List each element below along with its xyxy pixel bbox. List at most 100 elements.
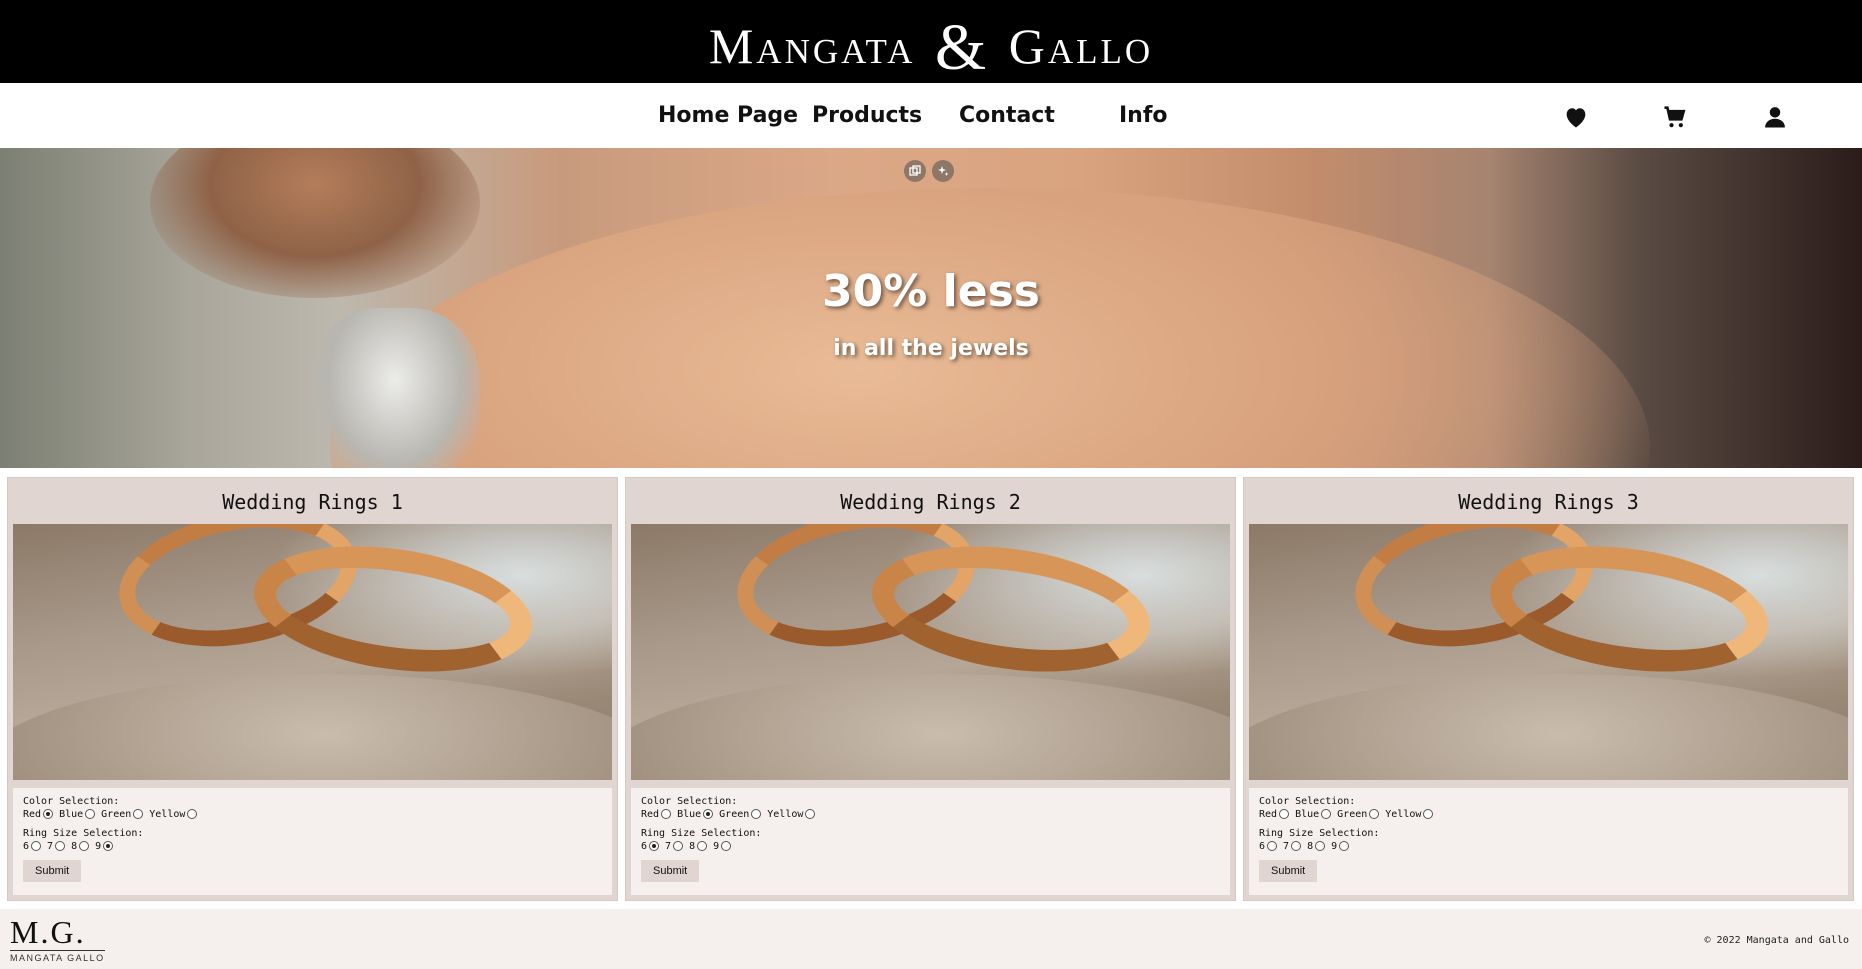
radio-button[interactable] — [1423, 809, 1434, 819]
hero-banner: 30% less in all the jewels — [0, 148, 1862, 468]
color-radio-group: Red Blue Green Yellow — [23, 808, 602, 820]
size-option-8[interactable]: 8 — [1307, 841, 1327, 852]
radio-button[interactable] — [649, 841, 660, 851]
radio-button[interactable] — [31, 841, 42, 851]
submit-button[interactable]: Submit — [641, 860, 700, 882]
radio-button[interactable] — [751, 809, 762, 819]
wedding-rings-image — [1249, 524, 1848, 780]
hero-title: 30% less — [822, 266, 1040, 317]
ring-size-label: Ring Size Selection: — [641, 828, 762, 839]
size-radio-group: 6 7 8 9 — [23, 840, 602, 852]
copyright-text: © 2022 Mangata and Gallo — [1704, 935, 1850, 946]
color-option-blue[interactable]: Blue — [1295, 809, 1333, 820]
radio-button[interactable] — [721, 841, 732, 851]
size-option-6[interactable]: 6 — [641, 841, 661, 852]
main-navigation: Home Page Products Contact Info — [0, 83, 1862, 148]
footer-logo-rule — [10, 950, 105, 951]
product-list: Wedding Rings 1 Color Selection: Red Blu… — [7, 477, 1855, 901]
color-option-red[interactable]: Red — [1259, 809, 1291, 820]
radio-button[interactable] — [55, 841, 66, 851]
sparkle-icon[interactable] — [932, 160, 954, 182]
radio-button[interactable] — [1339, 841, 1350, 851]
color-option-yellow[interactable]: Yellow — [1385, 809, 1435, 820]
product-options-form: Color Selection: Red Blue Green Yellow R… — [13, 788, 612, 895]
ring-size-label: Ring Size Selection: — [23, 828, 144, 839]
radio-button[interactable] — [697, 841, 708, 851]
color-radio-group: Red Blue Green Yellow — [641, 808, 1220, 820]
radio-button[interactable] — [1267, 841, 1278, 851]
nav-link-info[interactable]: Info — [1119, 103, 1168, 128]
brand-logo[interactable]: Mangata & Gallo — [708, 4, 1154, 84]
color-option-green[interactable]: Green — [1337, 809, 1381, 820]
radio-button[interactable] — [103, 841, 114, 851]
brand-name-left: Mangata — [708, 17, 916, 74]
color-selection-label: Color Selection: — [1259, 796, 1356, 807]
size-option-6[interactable]: 6 — [1259, 841, 1279, 852]
wedding-rings-image — [631, 524, 1230, 780]
size-option-9[interactable]: 9 — [95, 841, 115, 852]
submit-button[interactable]: Submit — [1259, 860, 1318, 882]
size-radio-group: 6 7 8 9 — [641, 840, 1220, 852]
color-option-green[interactable]: Green — [101, 809, 145, 820]
radio-button[interactable] — [1321, 809, 1332, 819]
footer-logo-mark: M.G. — [10, 914, 86, 950]
size-option-8[interactable]: 8 — [689, 841, 709, 852]
size-option-7[interactable]: 7 — [1283, 841, 1303, 852]
radio-button[interactable] — [187, 809, 198, 819]
product-card: Wedding Rings 2 Color Selection: Red Blu… — [625, 477, 1236, 901]
color-option-yellow[interactable]: Yellow — [149, 809, 199, 820]
hero-image-dress — [310, 308, 480, 468]
size-radio-group: 6 7 8 9 — [1259, 840, 1838, 852]
color-option-red[interactable]: Red — [23, 809, 55, 820]
nav-link-contact[interactable]: Contact — [959, 103, 1055, 128]
radio-button[interactable] — [1369, 809, 1380, 819]
hero-image-tools — [904, 160, 954, 182]
brand-ampersand: & — [934, 10, 990, 84]
color-option-blue[interactable]: Blue — [677, 809, 715, 820]
size-option-9[interactable]: 9 — [713, 841, 733, 852]
size-option-7[interactable]: 7 — [665, 841, 685, 852]
radio-button[interactable] — [43, 809, 54, 819]
radio-button[interactable] — [1315, 841, 1326, 851]
color-option-red[interactable]: Red — [641, 809, 673, 820]
nav-link-products[interactable]: Products — [812, 103, 922, 128]
product-options-form: Color Selection: Red Blue Green Yellow R… — [1249, 788, 1848, 895]
brand-name-right: Gallo — [1008, 17, 1154, 74]
radio-button[interactable] — [673, 841, 684, 851]
size-option-9[interactable]: 9 — [1331, 841, 1351, 852]
wedding-rings-image — [13, 524, 612, 780]
ring-size-label: Ring Size Selection: — [1259, 828, 1380, 839]
footer-logo-word: MANGATA GALLO — [10, 953, 105, 963]
product-card: Wedding Rings 3 Color Selection: Red Blu… — [1243, 477, 1854, 901]
footer-logo[interactable]: M.G. MANGATA GALLO — [10, 915, 110, 965]
radio-button[interactable] — [1291, 841, 1302, 851]
radio-button[interactable] — [805, 809, 816, 819]
radio-button[interactable] — [703, 809, 714, 819]
submit-button[interactable]: Submit — [23, 860, 82, 882]
heart-icon[interactable] — [1562, 103, 1590, 131]
copy-image-icon[interactable] — [904, 160, 926, 182]
color-option-blue[interactable]: Blue — [59, 809, 97, 820]
product-title: Wedding Rings 1 — [222, 490, 403, 514]
color-option-green[interactable]: Green — [719, 809, 763, 820]
radio-button[interactable] — [661, 809, 672, 819]
hero-image-shoulder — [330, 188, 1650, 468]
color-radio-group: Red Blue Green Yellow — [1259, 808, 1838, 820]
size-option-6[interactable]: 6 — [23, 841, 43, 852]
color-option-yellow[interactable]: Yellow — [767, 809, 817, 820]
size-option-8[interactable]: 8 — [71, 841, 91, 852]
radio-button[interactable] — [1279, 809, 1290, 819]
color-selection-label: Color Selection: — [641, 796, 738, 807]
nav-link-home[interactable]: Home Page — [658, 103, 798, 128]
user-icon[interactable] — [1761, 103, 1789, 131]
hero-subtitle: in all the jewels — [833, 336, 1029, 361]
radio-button[interactable] — [85, 809, 96, 819]
color-selection-label: Color Selection: — [23, 796, 120, 807]
size-option-7[interactable]: 7 — [47, 841, 67, 852]
radio-button[interactable] — [79, 841, 90, 851]
radio-button[interactable] — [133, 809, 144, 819]
product-options-form: Color Selection: Red Blue Green Yellow R… — [631, 788, 1230, 895]
cart-icon[interactable] — [1661, 103, 1689, 131]
page-footer: M.G. MANGATA GALLO © 2022 Mangata and Ga… — [0, 909, 1862, 969]
brand-header: Mangata & Gallo — [0, 0, 1862, 84]
